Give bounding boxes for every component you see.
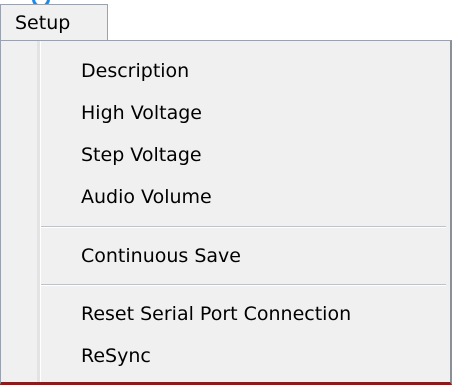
menu-item-label: ReSync <box>81 345 151 367</box>
menu-item-description[interactable]: Description <box>41 51 446 91</box>
menu-item-high-voltage[interactable]: High Voltage <box>41 93 446 133</box>
setup-dropdown-menu: Description High Voltage Step Voltage Au… <box>0 40 452 385</box>
setup-menu-label: Setup <box>15 12 71 34</box>
menu-item-label: High Voltage <box>81 102 202 124</box>
menu-item-reset-serial-port-connection[interactable]: Reset Serial Port Connection <box>41 294 446 334</box>
setup-menu-header[interactable]: Setup <box>0 4 108 40</box>
menu-item-label: Audio Volume <box>81 186 212 208</box>
menu-item-label: Reset Serial Port Connection <box>81 303 352 325</box>
menu-item-resync[interactable]: ReSync <box>41 336 446 376</box>
menu-separator <box>41 226 446 228</box>
menu-item-label: Step Voltage <box>81 144 202 166</box>
menu-item-continuous-save[interactable]: Continuous Save <box>41 236 446 276</box>
menu-item-step-voltage[interactable]: Step Voltage <box>41 135 446 175</box>
menu-item-label: Description <box>81 60 190 82</box>
menu-item-label: Continuous Save <box>81 245 241 267</box>
menu-separator <box>41 284 446 286</box>
menu-item-audio-volume[interactable]: Audio Volume <box>41 177 446 217</box>
